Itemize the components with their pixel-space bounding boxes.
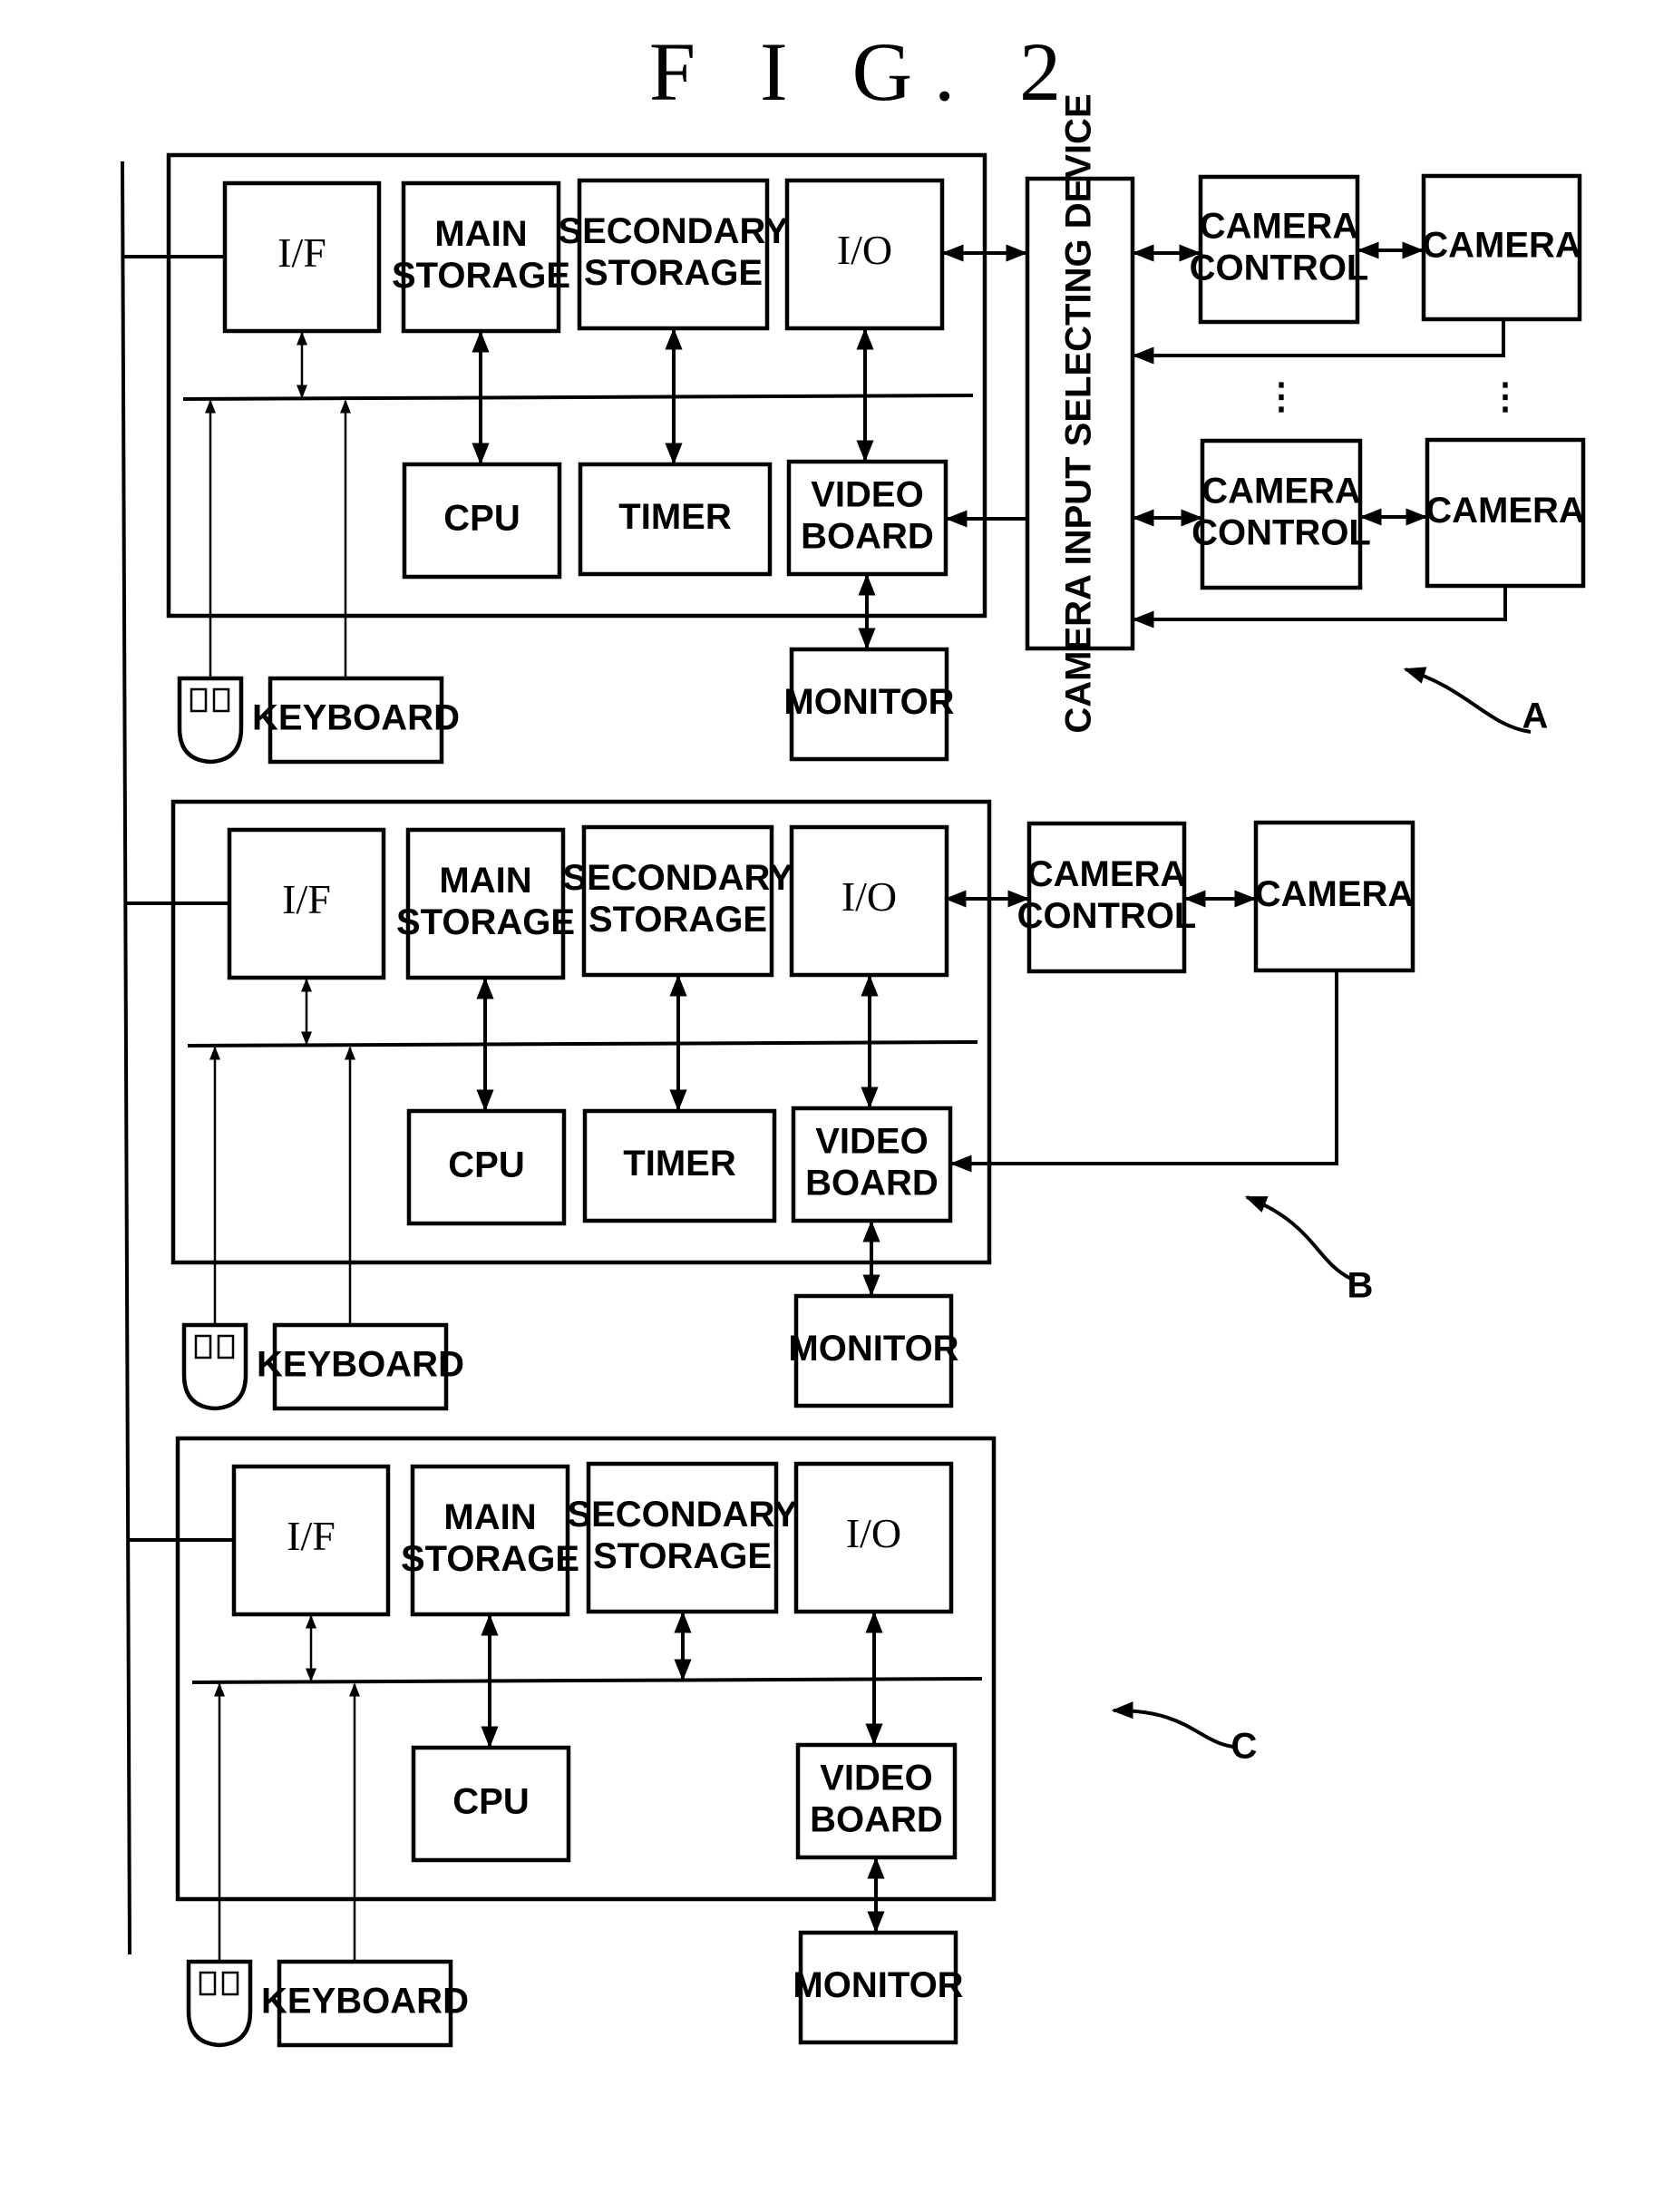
monitor-box-label: MONITOR (788, 1329, 958, 1369)
video-board-box-label: VIDEO (811, 475, 923, 515)
camera-video-return-1 (1132, 321, 1505, 365)
mouse-icon (186, 1959, 253, 2048)
monitor-box-label: MONITOR (783, 682, 954, 722)
camera-control-box-1-label: CAMERA (1200, 207, 1359, 247)
if-box-label: I/F (287, 1513, 336, 1559)
camera-control-box-2-label: CONTROL (1192, 513, 1371, 553)
secondary-storage-box-label: STORAGE (593, 1536, 772, 1576)
video-board-box-label: VIDEO (820, 1759, 932, 1798)
if-box-label: I/F (282, 876, 331, 922)
mouse-icon (181, 1322, 248, 1411)
reference-leader-a (1403, 667, 1532, 734)
reference-leader-c (1111, 1701, 1234, 1749)
main-storage-box-label: MAIN (443, 1497, 536, 1537)
main-storage-box-label: MAIN (434, 214, 527, 254)
reference-label-a: A (1522, 697, 1549, 736)
cpu-box-label: CPU (448, 1145, 524, 1185)
io-box-label: I/O (837, 227, 892, 273)
fig2-diagram: F I G. 2 I/F MAINSTORAGESECONDARYSTORAGE I… (121, 25, 1586, 2048)
video-board-box-label: BOARD (810, 1800, 943, 1840)
timer-box-label: TIMER (618, 497, 732, 537)
camera-video-link (949, 972, 1338, 1173)
reference-label-c: C (1231, 1727, 1258, 1767)
main-storage-box-label: STORAGE (401, 1539, 579, 1579)
main-storage-box-label: STORAGE (392, 256, 570, 296)
camera-video-return-2 (1132, 588, 1507, 629)
video-board-box-label: BOARD (805, 1164, 939, 1203)
mouse-icon (177, 676, 244, 765)
keyboard-box-label: KEYBOARD (261, 1982, 469, 2022)
camera-box-1-label: CAMERA (1422, 226, 1581, 266)
system-c: I/F MAINSTORAGESECONDARYSTORAGE I/OCPUVIDE… (128, 1436, 997, 2048)
secondary-storage-box-label: SECONDARY (567, 1495, 797, 1535)
secondary-storage-box-label: STORAGE (588, 900, 767, 940)
main-storage-box-label: STORAGE (396, 902, 575, 942)
figure-title: F I G. 2 (649, 25, 1083, 118)
cpu-box-label: CPU (443, 499, 520, 539)
ellipsis: ⋮ (1487, 377, 1523, 417)
keyboard-box-label: KEYBOARD (252, 698, 460, 738)
system-a: I/F MAINSTORAGESECONDARYSTORAGE I/OCPU TIME… (122, 93, 1586, 765)
secondary-storage-box-label: SECONDARY (562, 858, 793, 898)
cpu-box-label: CPU (452, 1782, 529, 1822)
io-box-label: I/O (841, 873, 897, 920)
camera-control-box-label: CAMERA (1027, 854, 1187, 894)
if-box-label: I/F (277, 229, 326, 276)
monitor-box-label: MONITOR (793, 1965, 963, 2005)
camera-input-selecting-device-label: CAMERA INPUT SELECTING DEVICE (1059, 93, 1099, 733)
reference-leader-b (1244, 1195, 1352, 1281)
timer-box-label: TIMER (623, 1144, 736, 1184)
secondary-storage-box-label: SECONDARY (558, 211, 788, 251)
secondary-storage-box-label: STORAGE (584, 253, 763, 293)
keyboard-box-label: KEYBOARD (257, 1345, 464, 1385)
system-b: I/F MAINSTORAGESECONDARYSTORAGE I/OCPU TIME… (125, 799, 1415, 1411)
video-board-box-label: BOARD (801, 517, 934, 557)
reference-label-b: B (1347, 1266, 1374, 1306)
camera-control-box-2-label: CAMERA (1201, 472, 1361, 512)
camera-box-2-label: CAMERA (1425, 491, 1585, 531)
video-board-box-label: VIDEO (815, 1122, 928, 1162)
camera-control-box-label: CONTROL (1017, 896, 1197, 936)
camera-control-box-1-label: CONTROL (1190, 248, 1369, 288)
network-line (121, 161, 131, 1955)
camera-box-label: CAMERA (1255, 874, 1415, 914)
io-box-label: I/O (846, 1510, 901, 1556)
ellipsis: ⋮ (1263, 377, 1299, 417)
main-storage-box-label: MAIN (439, 861, 531, 901)
